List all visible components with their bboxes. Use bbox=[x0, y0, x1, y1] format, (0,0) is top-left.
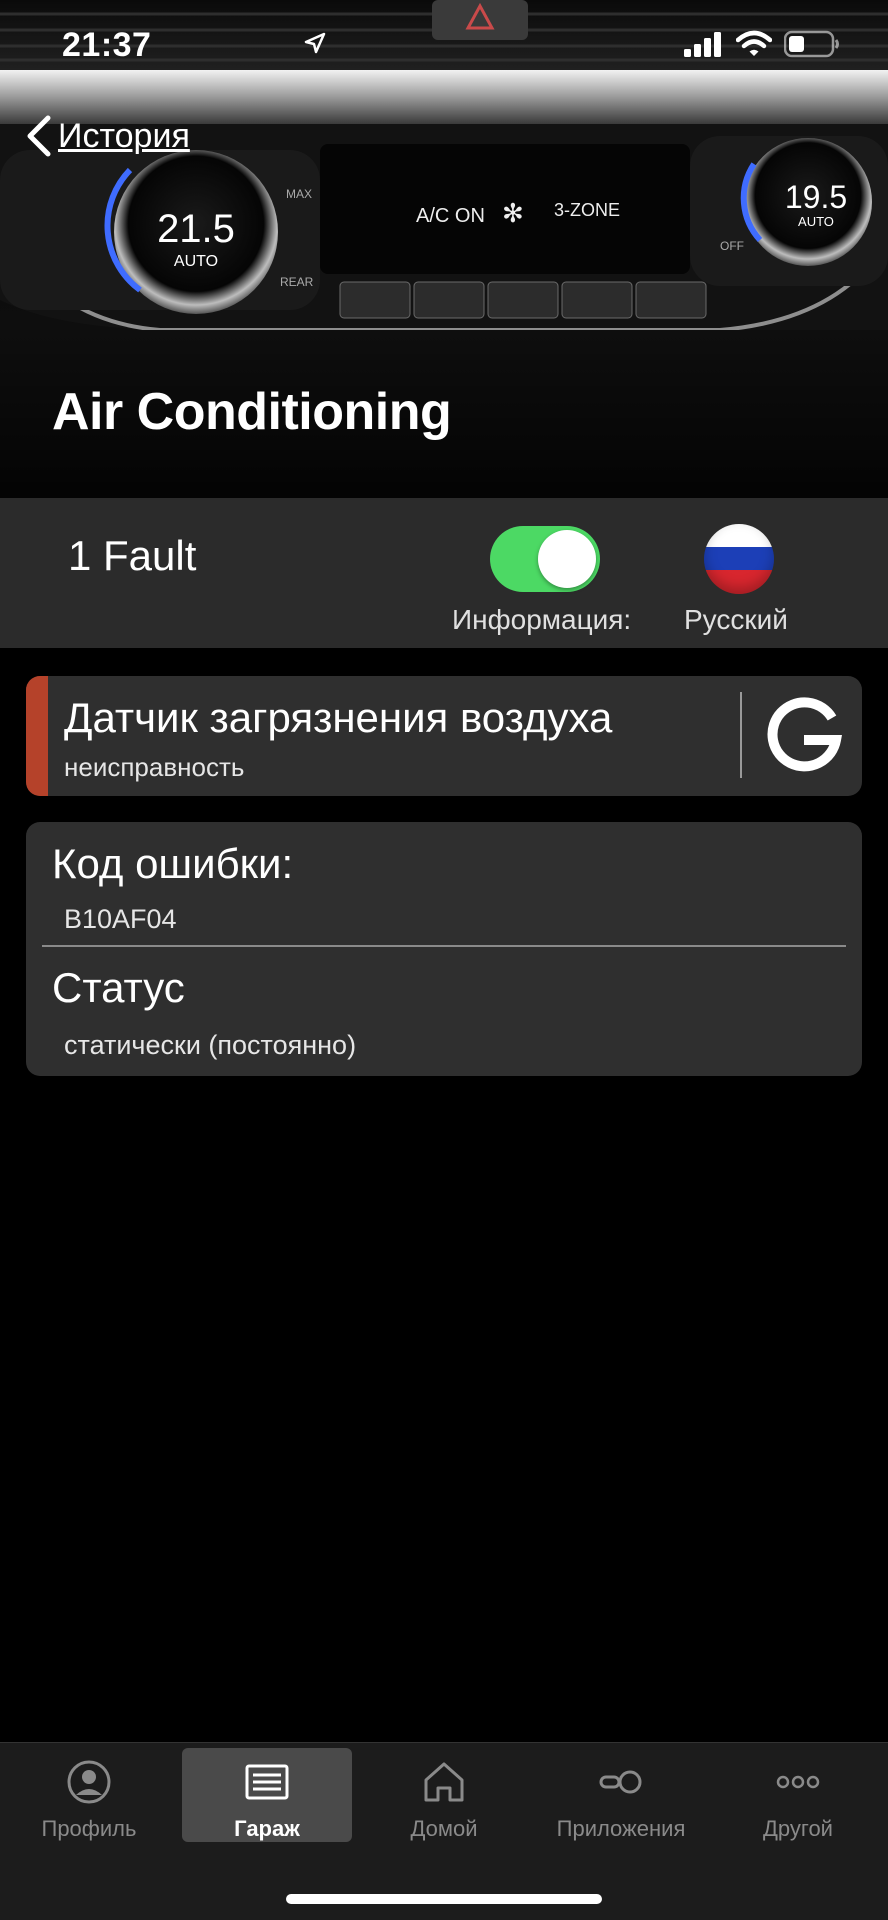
status-icons bbox=[304, 30, 840, 58]
fault-name: Датчик загрязнения воздуха bbox=[64, 694, 613, 741]
info-toggle-label: Информация: bbox=[452, 604, 632, 635]
status-time: 21:37 bbox=[62, 26, 152, 64]
toggle-knob bbox=[538, 530, 596, 588]
fault-subtitle: неисправность bbox=[64, 752, 245, 782]
chevron-left-icon bbox=[27, 115, 51, 157]
divider bbox=[42, 945, 846, 947]
tab-apps[interactable]: Приложения bbox=[548, 1748, 694, 1842]
google-g-icon bbox=[767, 697, 842, 772]
russian-flag-icon[interactable] bbox=[704, 524, 774, 594]
tab-more[interactable]: Другой bbox=[748, 1748, 848, 1842]
svg-text:3-ZONE: 3-ZONE bbox=[554, 200, 620, 220]
tab-label: Домой bbox=[410, 1816, 478, 1841]
error-code-value: B10AF04 bbox=[64, 904, 177, 934]
google-search-button[interactable] bbox=[758, 690, 850, 782]
battery-icon bbox=[784, 30, 839, 58]
fault-severity-accent bbox=[26, 676, 48, 796]
status-value: статически (постоянно) bbox=[64, 1030, 357, 1060]
back-button-label: История bbox=[58, 116, 190, 155]
wifi-icon bbox=[736, 30, 772, 56]
svg-text:AUTO: AUTO bbox=[174, 253, 218, 270]
cellular-signal-icon bbox=[684, 32, 721, 57]
fault-divider bbox=[740, 692, 742, 778]
fault-item[interactable]: Датчик загрязнения воздуха неисправность bbox=[26, 676, 862, 796]
svg-text:✻: ✻ bbox=[502, 199, 524, 229]
svg-text:REAR: REAR bbox=[280, 275, 314, 289]
garage-icon bbox=[245, 1764, 289, 1800]
apps-icon bbox=[599, 1770, 642, 1794]
info-toggle[interactable] bbox=[490, 526, 600, 592]
home-icon bbox=[424, 1762, 464, 1802]
svg-text:A/C ON: A/C ON bbox=[416, 205, 485, 227]
fault-details-card: Код ошибки: B10AF04 Статус статически (п… bbox=[26, 822, 862, 1076]
left-temp-text: 21.5 bbox=[157, 207, 235, 251]
language-label: Русский bbox=[684, 604, 788, 635]
status-title: Статус bbox=[52, 964, 185, 1011]
tab-profile[interactable]: Профиль bbox=[26, 1748, 152, 1842]
svg-text:MAX: MAX bbox=[286, 187, 312, 201]
svg-text:AUTO: AUTO bbox=[798, 214, 834, 229]
tab-label: Профиль bbox=[41, 1816, 137, 1841]
fault-count: 1 Fault bbox=[68, 532, 197, 579]
back-button[interactable]: История bbox=[24, 114, 190, 158]
page-title: Air Conditioning bbox=[52, 383, 452, 441]
svg-text:19.5: 19.5 bbox=[785, 179, 847, 215]
hero-image: 21.5 AUTO MAX REAR A/C ON 3-ZONE ✻ 19.5 … bbox=[0, 0, 888, 498]
tab-label: Другой bbox=[763, 1816, 833, 1841]
svg-text:OFF: OFF bbox=[720, 239, 744, 253]
error-code-title: Код ошибки: bbox=[52, 840, 294, 887]
profile-icon bbox=[67, 1760, 111, 1804]
home-indicator[interactable] bbox=[286, 1894, 602, 1904]
more-icon bbox=[776, 1775, 820, 1789]
tab-label: Приложения bbox=[556, 1816, 686, 1841]
tab-home[interactable]: Домой bbox=[384, 1748, 504, 1842]
location-arrow-icon bbox=[304, 32, 326, 54]
tab-garage[interactable]: Гараж bbox=[182, 1748, 352, 1842]
tab-label: Гараж bbox=[234, 1816, 300, 1841]
